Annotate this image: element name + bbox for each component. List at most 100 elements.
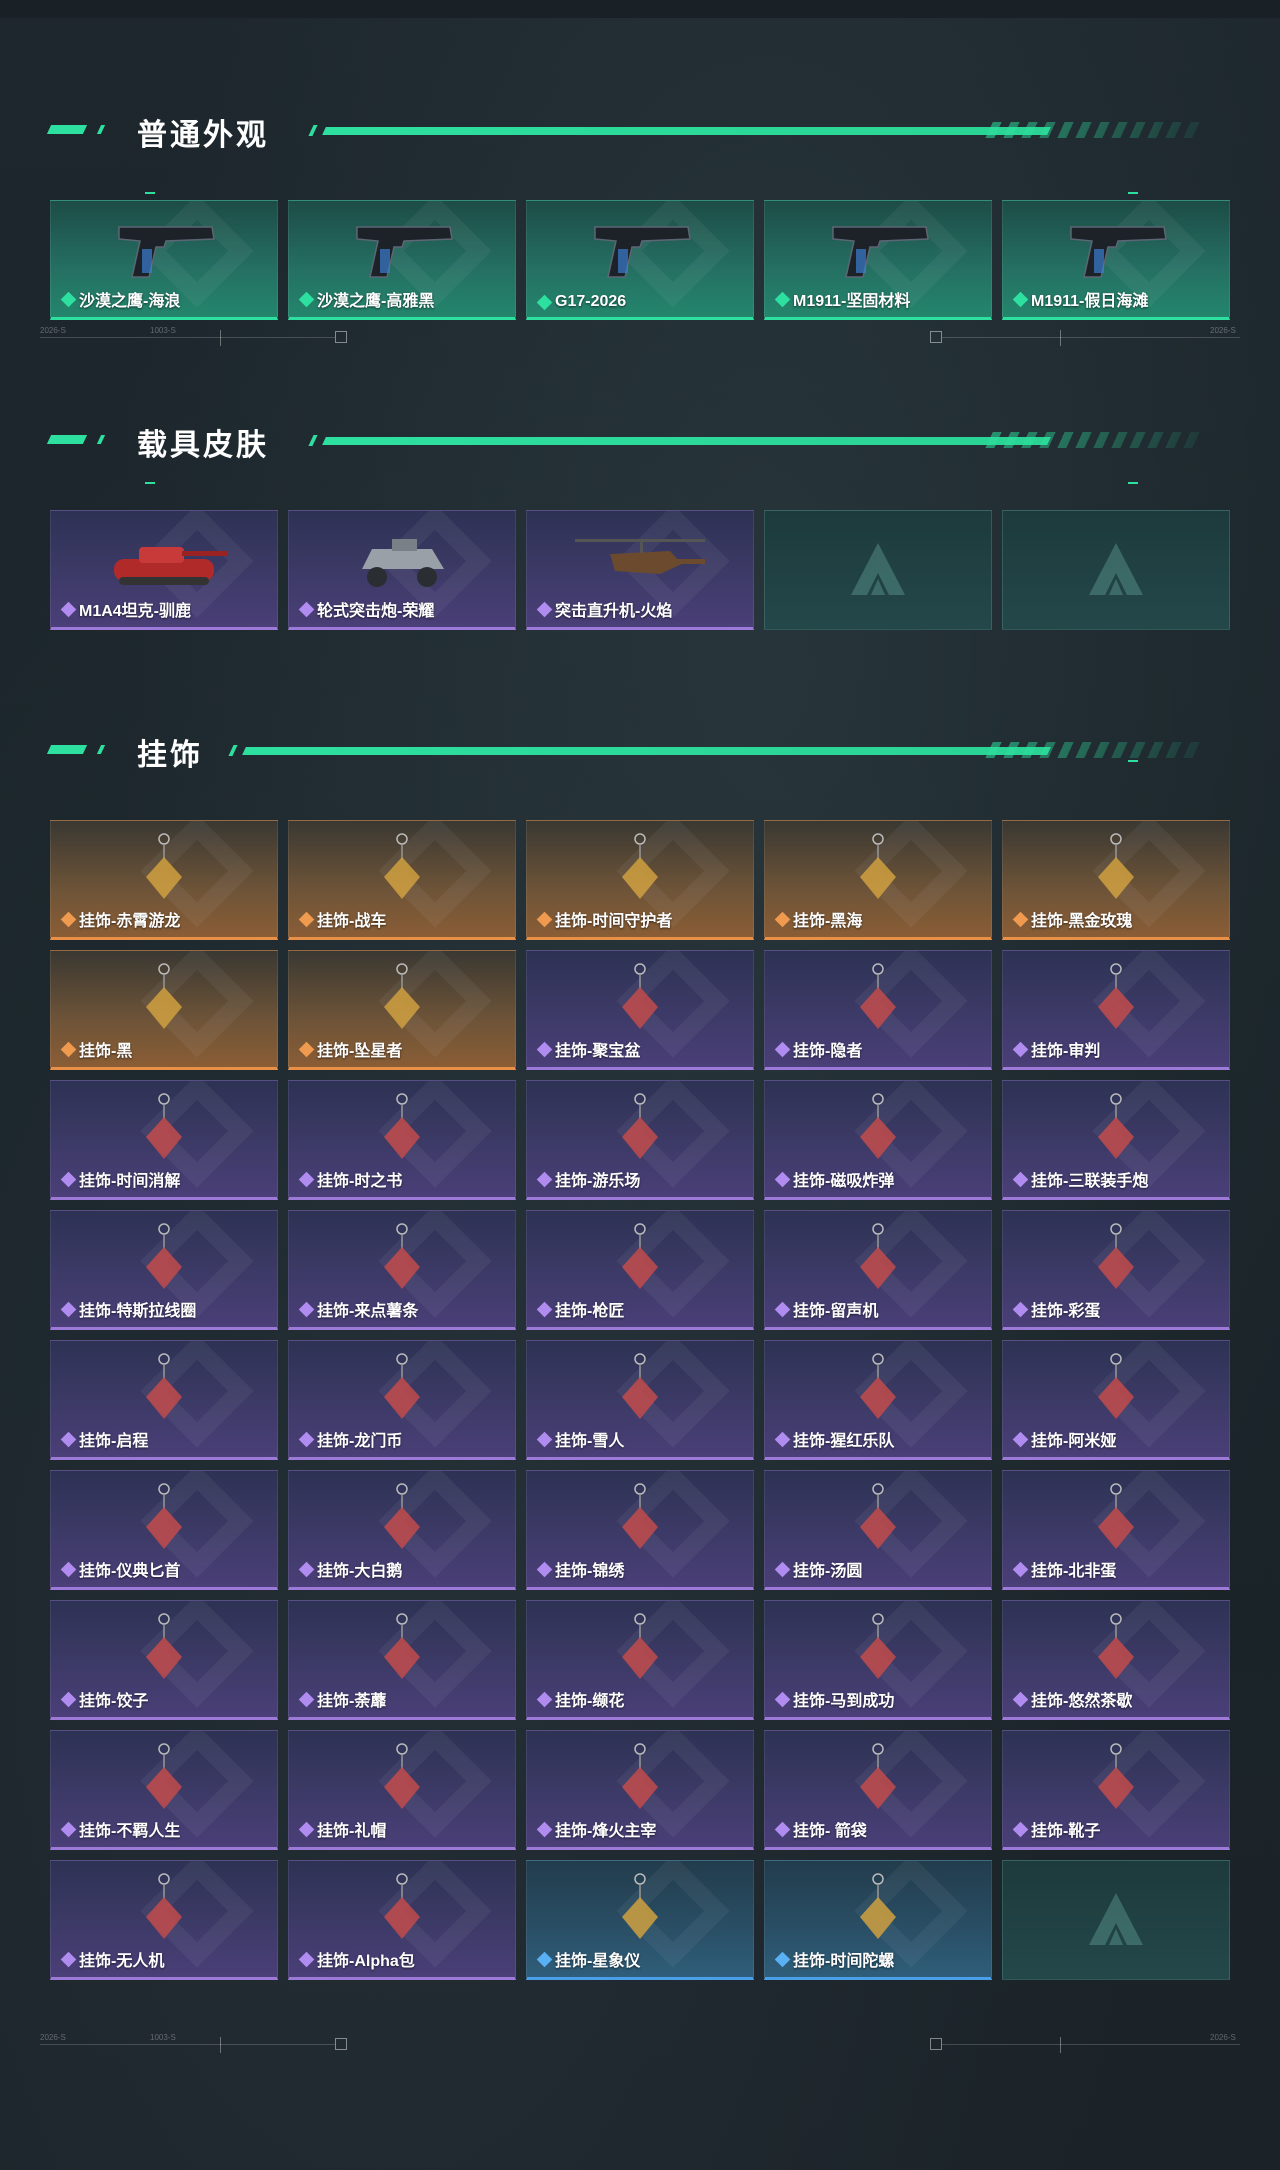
rarity-diamond-icon [1012,1431,1029,1447]
item-card[interactable]: 挂饰-彩蛋 [1002,1210,1230,1330]
charm-icon [860,1093,896,1159]
item-card[interactable]: 挂饰-黑海 [764,820,992,940]
rarity-diamond-icon [536,294,553,310]
item-card[interactable]: 挂饰-马到成功 [764,1600,992,1720]
item-card[interactable]: M1A4坦克-驯鹿 [50,510,278,630]
item-card[interactable]: 挂饰-坠星者 [288,950,516,1070]
item-card[interactable]: 挂饰-时之书 [288,1080,516,1200]
item-card[interactable]: 挂饰-磁吸炸弹 [764,1080,992,1200]
item-label-row: 挂饰-烽火主宰 [536,1817,656,1841]
item-card[interactable]: 挂饰-赤霄游龙 [50,820,278,940]
item-card[interactable]: 挂饰-黑金玫瑰 [1002,820,1230,940]
item-name: G17-2026 [555,293,627,310]
item-card[interactable]: 沙漠之鹰-高雅黑 [288,200,516,320]
rarity-diamond-icon [1012,291,1029,307]
item-label-row: 挂饰-锦绣 [536,1557,624,1581]
item-card[interactable]: 挂饰-靴子 [1002,1730,1230,1850]
vehicle-icon [362,539,444,587]
item-card[interactable]: 挂饰-锦绣 [526,1470,754,1590]
item-card[interactable]: 挂饰-龙门币 [288,1340,516,1460]
item-label-row: 挂饰-时间消解 [60,1167,180,1191]
rarity-diamond-icon [1012,1041,1029,1057]
header-deco [228,745,238,756]
item-card[interactable]: 挂饰-礼帽 [288,1730,516,1850]
item-label-row: 挂饰-特斯拉线圈 [60,1297,196,1321]
item-name: 挂饰-雪人 [555,1433,625,1450]
charm-icon [622,1743,658,1809]
item-card[interactable]: 挂饰-启程 [50,1340,278,1460]
item-card[interactable]: 挂饰-特斯拉线圈 [50,1210,278,1330]
item-card[interactable]: M1911-坚固材料 [764,200,992,320]
item-label-row: 挂饰-北非蛋 [1012,1557,1116,1581]
charm-icon [860,1743,896,1809]
item-name: 挂饰-来点薯条 [317,1303,419,1320]
item-card[interactable]: 挂饰-汤圆 [764,1470,992,1590]
item-card[interactable]: 挂饰-猩红乐队 [764,1340,992,1460]
item-card[interactable]: 挂饰-烽火主宰 [526,1730,754,1850]
item-name: 挂饰-黑海 [793,913,863,930]
item-name: 挂饰-时间守护者 [555,913,673,930]
item-label-row: G17-2026 [536,293,627,311]
item-card[interactable]: 挂饰-北非蛋 [1002,1470,1230,1590]
item-card[interactable]: 挂饰-饺子 [50,1600,278,1720]
item-name: 沙漠之鹰-高雅黑 [317,293,435,310]
rarity-diamond-icon [60,291,77,307]
charm-icon [146,1873,182,1939]
item-card[interactable]: 挂饰-时间陀螺 [764,1860,992,1980]
item-card[interactable]: 突击直升机-火焰 [526,510,754,630]
item-card[interactable]: G17-2026 [526,200,754,320]
item-card[interactable]: 挂饰-留声机 [764,1210,992,1330]
item-name: 挂饰-仪典匕首 [79,1563,181,1580]
item-card[interactable]: 挂饰-缬花 [526,1600,754,1720]
item-card[interactable]: 挂饰-荼蘼 [288,1600,516,1720]
item-card[interactable]: 挂饰-聚宝盆 [526,950,754,1070]
item-name: M1911-坚固材料 [793,293,911,310]
charm-icon [622,1873,658,1939]
item-card[interactable]: 挂饰-阿米娅 [1002,1340,1230,1460]
rarity-diamond-icon [774,1951,791,1967]
item-card[interactable]: 挂饰-审判 [1002,950,1230,1070]
item-card[interactable]: 挂饰-大白鹅 [288,1470,516,1590]
item-name: 挂饰-磁吸炸弹 [793,1173,895,1190]
tank-icon [114,547,227,585]
rarity-diamond-icon [536,1431,553,1447]
item-card[interactable]: 挂饰-不羁人生 [50,1730,278,1850]
rarity-diamond-icon [60,601,77,617]
section-header-charms: 挂饰 [46,720,1203,780]
item-card[interactable]: 挂饰-来点薯条 [288,1210,516,1330]
rarity-diamond-icon [774,1561,791,1577]
rarity-diamond-icon [536,1951,553,1967]
charm-icon [384,833,420,899]
item-card[interactable]: M1911-假日海滩 [1002,200,1230,320]
tick-mark [1128,192,1138,194]
charm-icon [146,1093,182,1159]
item-card[interactable]: 挂饰-星象仪 [526,1860,754,1980]
rarity-diamond-icon [60,1561,77,1577]
rarity-diamond-icon [1012,911,1029,927]
item-name: 挂饰-礼帽 [317,1823,387,1840]
item-card[interactable]: 挂饰-时间守护者 [526,820,754,940]
item-label-row: 挂饰- 箭袋 [774,1817,867,1841]
item-name: 轮式突击炮-荣耀 [317,603,435,620]
item-card[interactable]: 挂饰-Alpha包 [288,1860,516,1980]
item-card[interactable]: 挂饰- 箭袋 [764,1730,992,1850]
item-card[interactable]: 挂饰-仪典匕首 [50,1470,278,1590]
section-title: 载具皮肤 [137,429,269,462]
item-card[interactable]: 挂饰-黑 [50,950,278,1070]
item-card[interactable]: 挂饰-雪人 [526,1340,754,1460]
item-card[interactable]: 挂饰-战车 [288,820,516,940]
item-card[interactable]: 轮式突击炮-荣耀 [288,510,516,630]
item-name: 挂饰-Alpha包 [317,1953,415,1970]
item-name: 挂饰-审判 [1031,1043,1101,1060]
item-label-row: 挂饰-游乐场 [536,1167,640,1191]
item-name: 挂饰-阿米娅 [1031,1433,1117,1450]
item-card[interactable]: 沙漠之鹰-海浪 [50,200,278,320]
header-line [242,747,1051,755]
item-card[interactable]: 挂饰-游乐场 [526,1080,754,1200]
item-card[interactable]: 挂饰-无人机 [50,1860,278,1980]
item-card[interactable]: 挂饰-时间消解 [50,1080,278,1200]
item-card[interactable]: 挂饰-枪匠 [526,1210,754,1330]
item-card[interactable]: 挂饰-三联装手炮 [1002,1080,1230,1200]
item-card[interactable]: 挂饰-隐者 [764,950,992,1070]
item-card[interactable]: 挂饰-悠然茶歇 [1002,1600,1230,1720]
